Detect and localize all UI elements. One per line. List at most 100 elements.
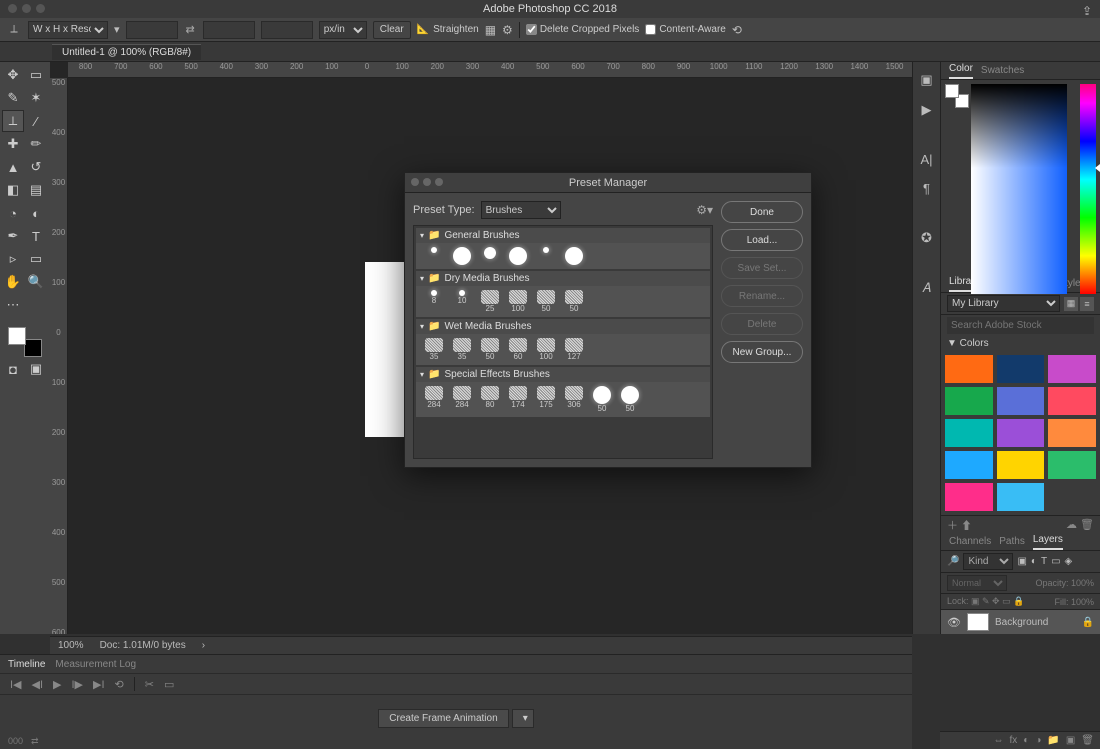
brush-preset[interactable] — [452, 247, 472, 265]
trash-icon[interactable]: 🗑 — [1080, 519, 1094, 531]
settings-gear-icon[interactable]: ⚙ — [502, 23, 513, 37]
preset-group-header[interactable]: ▾📁Special Effects Brushes — [416, 367, 710, 382]
overlay-icon[interactable]: ▦ — [485, 23, 496, 37]
fgbg-mini[interactable] — [945, 84, 969, 108]
list-view-icon[interactable]: ≡ — [1080, 297, 1094, 311]
library-swatch[interactable] — [945, 483, 993, 511]
next-frame-icon[interactable]: I▶ — [72, 678, 84, 691]
brush-preset[interactable]: 174 — [508, 386, 528, 413]
straighten-button[interactable]: 📐Straighten — [417, 24, 479, 35]
brush-preset[interactable]: 35 — [424, 338, 444, 361]
quick-select-tool[interactable]: ✶ — [25, 87, 47, 109]
library-swatch[interactable] — [1048, 387, 1096, 415]
library-swatch[interactable] — [945, 419, 993, 447]
brush-preset[interactable]: 50 — [536, 290, 556, 313]
delete-cropped-checkbox[interactable]: Delete Cropped Pixels — [526, 24, 640, 35]
rename-button[interactable]: Rename... — [721, 285, 803, 307]
brush-preset[interactable] — [424, 247, 444, 265]
tab-swatches[interactable]: Swatches — [981, 65, 1024, 79]
move-tool[interactable]: ✥ — [2, 64, 24, 86]
color-field[interactable] — [971, 84, 1067, 294]
new-layer-icon[interactable]: ▣ — [1066, 735, 1075, 746]
fg-bg-swatches[interactable] — [2, 327, 48, 357]
link-icon[interactable]: ⇔ — [994, 735, 1004, 746]
done-button[interactable]: Done — [721, 201, 803, 223]
brush-preset[interactable]: 127 — [564, 338, 584, 361]
status-chevron[interactable]: › — [202, 640, 205, 651]
library-swatch[interactable] — [997, 419, 1045, 447]
zoom-level[interactable]: 100% — [58, 640, 84, 651]
window-controls[interactable] — [8, 4, 45, 13]
tab-measurement[interactable]: Measurement Log — [55, 659, 136, 670]
blend-mode[interactable]: Normal — [947, 575, 1007, 591]
brush-preset[interactable]: 50 — [480, 338, 500, 361]
styles-icon[interactable]: 𝐴 — [922, 280, 931, 296]
type-tool[interactable]: T — [25, 225, 47, 247]
history-icon[interactable]: ▣ — [920, 72, 932, 88]
visibility-icon[interactable]: 👁 — [947, 616, 961, 629]
brush-preset[interactable]: 10 — [452, 290, 472, 313]
library-swatch[interactable] — [945, 355, 993, 383]
folder-icon[interactable]: 📁 — [1047, 735, 1059, 746]
loop-icon[interactable]: ⟲ — [115, 678, 124, 691]
search-input[interactable] — [947, 317, 1094, 334]
content-aware-checkbox[interactable]: Content-Aware — [645, 24, 726, 35]
last-frame-icon[interactable]: ▶I — [93, 678, 105, 691]
crop-tool[interactable]: ⟂ — [2, 110, 24, 132]
filter-adj-icon[interactable]: ◐ — [1031, 556, 1037, 567]
share-icon[interactable]: ⇪ — [1082, 2, 1092, 20]
filter-smart-icon[interactable]: ◈ — [1065, 556, 1073, 567]
transition-icon[interactable]: ▭ — [164, 678, 174, 691]
filter-shape-icon[interactable]: ▭ — [1051, 556, 1060, 567]
tl-convert-icon[interactable]: ⇄ — [31, 736, 39, 747]
ratio-preset[interactable]: W x H x Reso... — [28, 21, 108, 39]
resolution-input[interactable] — [261, 21, 313, 39]
library-swatch[interactable] — [1048, 355, 1096, 383]
colors-section[interactable]: ▼ Colors — [941, 336, 1100, 351]
brush-preset[interactable]: 175 — [536, 386, 556, 413]
brush-preset[interactable]: 50 — [564, 290, 584, 313]
brush-preset[interactable]: 306 — [564, 386, 584, 413]
preset-group-header[interactable]: ▾📁Dry Media Brushes — [416, 271, 710, 286]
grid-view-icon[interactable]: ▦ — [1064, 297, 1078, 311]
library-swatch[interactable] — [945, 451, 993, 479]
character-icon[interactable]: A| — [920, 152, 932, 167]
brush-preset[interactable] — [508, 247, 528, 265]
preset-gear-icon[interactable]: ⚙▾ — [696, 203, 713, 217]
split-icon[interactable]: ✂ — [145, 678, 154, 691]
library-select[interactable]: My Library — [947, 295, 1060, 312]
tab-channels[interactable]: Channels — [949, 536, 991, 550]
load-button[interactable]: Load... — [721, 229, 803, 251]
dodge-tool[interactable]: ◐ — [25, 202, 47, 224]
play-icon[interactable]: ▶ — [922, 102, 932, 118]
dialog-titlebar[interactable]: Preset Manager — [405, 173, 811, 193]
document-tab[interactable]: Untitled-1 @ 100% (RGB/8#) — [52, 44, 201, 60]
layer-filter-kind[interactable]: Kind — [963, 553, 1013, 570]
library-swatch[interactable] — [997, 387, 1045, 415]
brush-preset[interactable]: 80 — [480, 386, 500, 413]
healing-tool[interactable]: ✚ — [2, 133, 24, 155]
layer-row[interactable]: 👁 Background 🔒 — [941, 610, 1100, 634]
brush-preset[interactable]: 60 — [508, 338, 528, 361]
brush-preset[interactable]: 35 — [452, 338, 472, 361]
edit-toolbar[interactable]: ⋯ — [2, 294, 24, 316]
hue-slider[interactable] — [1080, 84, 1096, 294]
tab-layers[interactable]: Layers — [1033, 534, 1063, 550]
brush-preset[interactable]: 50 — [592, 386, 612, 413]
pen-tool[interactable]: ✒ — [2, 225, 24, 247]
play-icon[interactable]: ▶ — [53, 678, 61, 691]
tab-paths[interactable]: Paths — [999, 536, 1025, 550]
lasso-tool[interactable]: ✎ — [2, 87, 24, 109]
brush-preset[interactable]: 284 — [452, 386, 472, 413]
brush-preset[interactable]: 8 — [424, 290, 444, 313]
unit-select[interactable]: px/in — [319, 21, 367, 39]
brush-preset[interactable] — [536, 247, 556, 265]
new-group-button[interactable]: New Group... — [721, 341, 803, 363]
gradient-tool[interactable]: ▤ — [25, 179, 47, 201]
eraser-tool[interactable]: ◧ — [2, 179, 24, 201]
fx-icon[interactable]: fx — [1010, 735, 1018, 746]
preset-type-select[interactable]: Brushes — [481, 201, 561, 219]
brush-preset[interactable]: 100 — [536, 338, 556, 361]
glyphs-icon[interactable]: ✪ — [921, 230, 932, 246]
tab-timeline[interactable]: Timeline — [8, 659, 45, 670]
